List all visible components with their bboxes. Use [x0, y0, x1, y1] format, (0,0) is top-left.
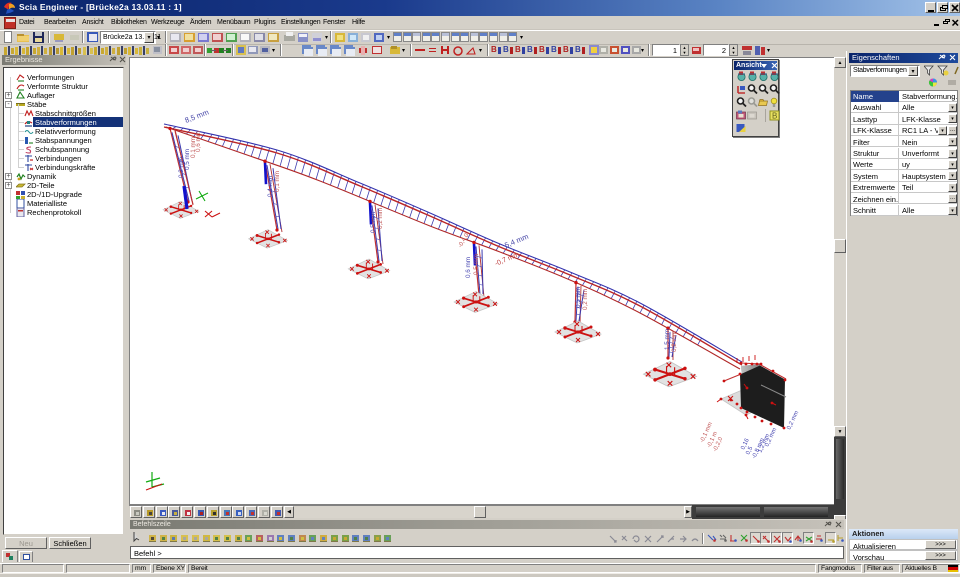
- svg-text:-0,7 mm: -0,7 mm: [494, 251, 521, 268]
- svg-text:0,2 mm: 0,2 mm: [377, 208, 384, 229]
- svg-text:0,2 mm: 0,2 mm: [671, 331, 678, 352]
- svg-text:0,2 mm: 0,2 mm: [786, 410, 800, 431]
- svg-text:5,4 mm: 5,4 mm: [503, 232, 530, 250]
- svg-text:0,5 mm: 0,5 mm: [575, 287, 582, 308]
- svg-text:8,5 mm: 8,5 mm: [183, 108, 210, 125]
- svg-text:0,1 mm: 0,1 mm: [274, 171, 281, 192]
- svg-text:0,5 mm: 0,5 mm: [473, 254, 480, 275]
- svg-text:1,5 mm: 1,5 mm: [664, 329, 671, 350]
- svg-text:0,6 mm: 0,6 mm: [195, 131, 202, 152]
- svg-text:0,4 mm: 0,4 mm: [267, 176, 274, 197]
- svg-text:B: B: [772, 112, 777, 121]
- svg-text:0,2 mm: 0,2 mm: [582, 289, 589, 310]
- svg-text:0,5 mm: 0,5 mm: [370, 212, 377, 233]
- svg-text:0,6 mm: 0,6 mm: [465, 257, 472, 278]
